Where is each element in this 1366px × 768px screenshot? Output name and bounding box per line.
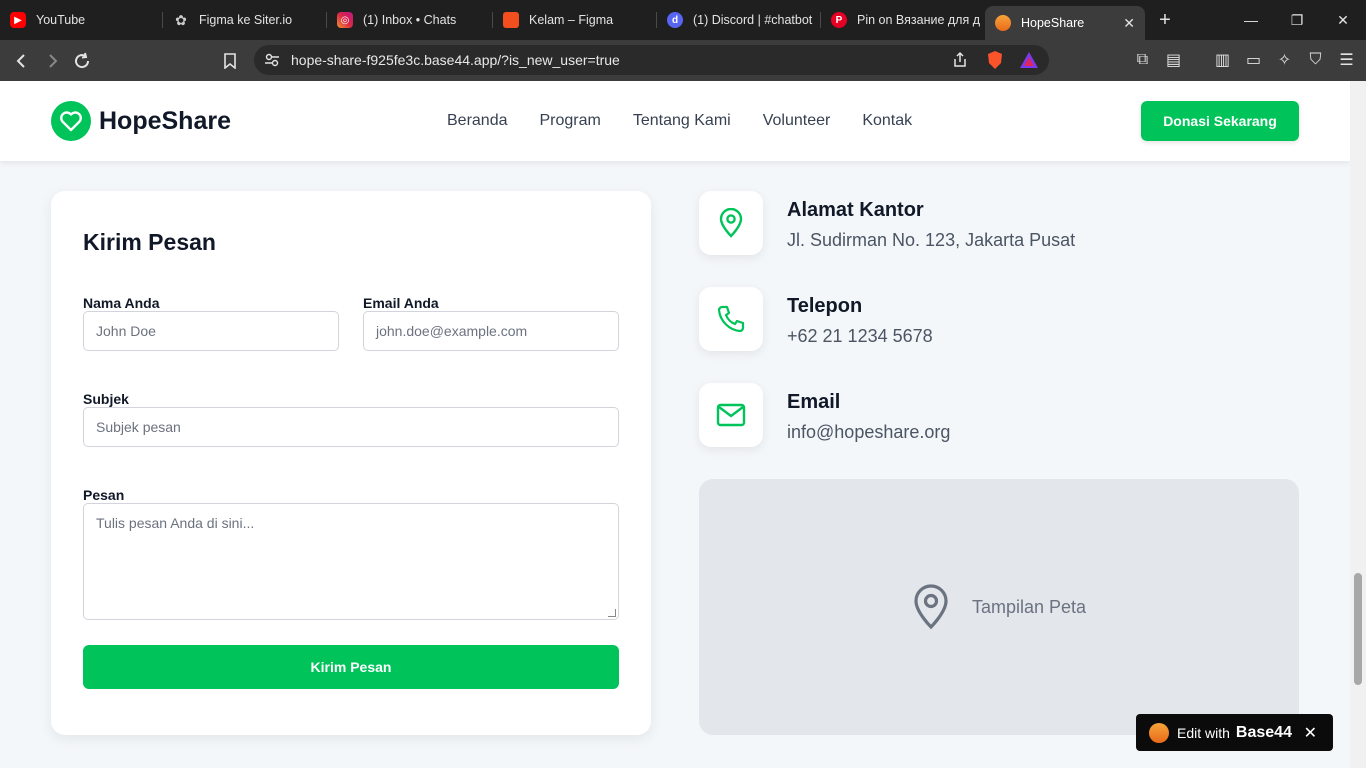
resize-handle-icon[interactable] [608,609,616,617]
site-header: HopeShare Beranda Program Tentang Kami V… [0,81,1350,161]
page-scrollbar[interactable] [1350,81,1366,768]
map-label: Tampilan Peta [971,596,1087,617]
tab-figma-siter[interactable]: ✿ Figma ke Siter.io [163,0,327,40]
heart-icon [51,101,91,141]
tab-label: YouTube [36,13,86,27]
brave-shield-icon[interactable] [986,50,1004,73]
phone-icon [699,287,763,351]
nav-tentang-kami[interactable]: Tentang Kami [633,112,731,130]
tab-discord[interactable]: d (1) Discord | #chatbot [657,0,821,40]
youtube-icon: ▶ [10,12,26,28]
nav-beranda[interactable]: Beranda [447,112,508,130]
browser-toolbar-icons: ⧉ ▤ ▥ ▭ ✧ ⛉ ☰ [1131,48,1358,72]
share-icon[interactable] [951,51,969,72]
mail-icon [699,383,763,447]
menu-icon[interactable]: ☰ [1335,48,1358,72]
message-label: Pesan [83,487,125,503]
address-info: Alamat Kantor Jl. Sudirman No. 123, Jaka… [699,191,1075,255]
edit-with-base44-badge[interactable]: Edit with Base44 ✕ [1136,714,1333,751]
tab-youtube[interactable]: ▶ YouTube [0,0,163,40]
site-settings-icon[interactable] [264,52,280,68]
submit-button[interactable]: Kirim Pesan [83,645,619,689]
tab-label: Figma ke Siter.io [199,13,293,27]
address-bar: hope-share-f925fe3c.base44.app/?is_new_u… [0,40,1366,81]
logo-text: HopeShare [99,106,231,135]
tab-label: Pin on Вязание для д [857,13,980,27]
sidebar-icon[interactable]: ▥ [1211,48,1234,72]
subject-placeholder: Subjek pesan [96,419,181,435]
email-input[interactable]: john.doe@example.com [363,311,619,351]
contact-form-card: Kirim Pesan Nama Anda John Doe Email And… [51,191,651,735]
address-title: Alamat Kantor [787,199,924,221]
subject-input[interactable]: Subjek pesan [83,407,619,447]
discord-icon: d [667,12,683,28]
tab-instagram[interactable]: ◎ (1) Inbox • Chats [327,0,493,40]
site-logo[interactable]: HopeShare [51,101,231,141]
main-nav: Beranda Program Tentang Kami Volunteer K… [447,112,912,130]
url-text: hope-share-f925fe3c.base44.app/?is_new_u… [291,52,620,68]
wallet-icon[interactable]: ▭ [1242,48,1265,72]
map-pin-icon [914,584,948,630]
vpn-icon[interactable]: ⛉ [1304,48,1327,72]
leo-ai-icon[interactable]: ✧ [1273,48,1296,72]
nav-volunteer[interactable]: Volunteer [763,112,831,130]
brave-rewards-icon[interactable] [1019,51,1039,72]
phone-value: +62 21 1234 5678 [787,326,933,346]
back-icon[interactable] [7,46,37,76]
phone-info: Telepon +62 21 1234 5678 [699,287,933,351]
tab-label: Kelam – Figma [529,13,614,27]
base44-logo-icon [1149,722,1169,743]
name-input[interactable]: John Doe [83,311,339,351]
email-label: Email Anda [363,295,439,311]
window-controls: — ❐ ✕ [1228,0,1366,40]
reload-icon[interactable] [67,46,97,76]
nav-kontak[interactable]: Kontak [862,112,912,130]
reader-mode-icon[interactable]: ▤ [1162,48,1185,72]
map-pin-icon [699,191,763,255]
donate-button[interactable]: Donasi Sekarang [1141,101,1299,141]
email-placeholder: john.doe@example.com [376,323,528,339]
close-icon[interactable]: ✕ [1304,723,1317,743]
close-window-icon[interactable]: ✕ [1320,0,1366,40]
url-field[interactable]: hope-share-f925fe3c.base44.app/?is_new_u… [254,45,1049,75]
nav-program[interactable]: Program [540,112,601,130]
bookmark-icon[interactable] [215,46,245,76]
subject-label: Subjek [83,391,129,407]
tab-label: HopeShare [1021,16,1085,30]
extensions-icon[interactable]: ⧉ [1131,48,1154,72]
message-placeholder: Tulis pesan Anda di sini... [96,515,255,531]
scrollbar-thumb[interactable] [1354,573,1362,685]
email-value: info@hopeshare.org [787,422,951,442]
tab-pinterest[interactable]: P Pin on Вязание для д [821,0,985,40]
figma-icon [503,12,519,28]
instagram-icon: ◎ [337,12,353,28]
form-title: Kirim Pesan [83,229,216,255]
map-placeholder: Tampilan Peta [699,479,1299,735]
email-title: Email [787,391,841,413]
email-info: Email info@hopeshare.org [699,383,950,447]
name-placeholder: John Doe [96,323,156,339]
tab-label: (1) Discord | #chatbot [693,13,813,27]
close-tab-icon[interactable]: ✕ [1123,15,1135,32]
hopeshare-tab-icon [995,15,1011,31]
new-tab-button[interactable]: + [1145,9,1185,32]
tab-figma[interactable]: Kelam – Figma [493,0,657,40]
tab-strip: ▶ YouTube ✿ Figma ke Siter.io ◎ (1) Inbo… [0,0,1366,40]
forward-icon[interactable] [37,46,67,76]
message-textarea[interactable]: Tulis pesan Anda di sini... [83,503,619,620]
tab-hopeshare[interactable]: HopeShare ✕ [985,6,1145,40]
tab-label: (1) Inbox • Chats [363,13,457,27]
pinterest-icon: P [831,12,847,28]
maximize-icon[interactable]: ❐ [1274,0,1320,40]
badge-brand: Base44 [1235,723,1292,741]
minimize-icon[interactable]: — [1228,0,1274,40]
openai-icon: ✿ [175,11,187,28]
address-value: Jl. Sudirman No. 123, Jakarta Pusat [787,230,1076,250]
phone-title: Telepon [787,295,863,317]
page-viewport: HopeShare Beranda Program Tentang Kami V… [0,81,1350,768]
name-label: Nama Anda [83,295,160,311]
badge-prefix: Edit with [1177,724,1230,741]
